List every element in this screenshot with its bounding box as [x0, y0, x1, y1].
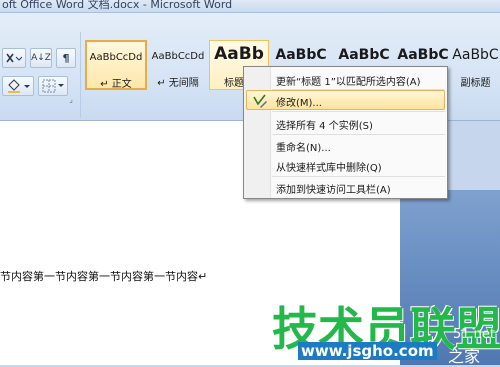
show-formatting-button[interactable]: ¶ — [56, 48, 76, 68]
paragraph-dialog-launcher-icon[interactable]: ⌟ — [66, 95, 76, 105]
menu-item-modify[interactable]: 修改(M)... — [246, 90, 445, 110]
menu-separator — [272, 111, 445, 112]
style-context-menu: 更新“标题 1”以匹配所选内容(A) 修改(M)... 选择所有 4 个实例(S… — [243, 66, 448, 199]
title-bar: oft Office Word 文档.docx - Microsoft Word — [0, 0, 500, 13]
style-sample: AaBbC — [275, 47, 327, 63]
window-title: oft Office Word 文档.docx - Microsoft Word — [2, 0, 233, 11]
sort-icon: A↓Z — [31, 53, 51, 63]
style-sample: AaBb — [214, 44, 264, 64]
pilcrow-icon: ¶ — [62, 51, 70, 65]
menu-item-label: 从快速样式库中删除(Q) — [276, 163, 382, 174]
style-sample: AaBbC — [397, 47, 449, 63]
sort-button[interactable]: A↓Z — [30, 48, 52, 68]
watermark-suffix-2: 之家 — [448, 347, 481, 366]
style-no-spacing[interactable]: AaBbCcDd ↵ 无间隔 — [148, 40, 208, 90]
menu-item-remove-from-gallery[interactable]: 从快速样式库中删除(Q) — [246, 155, 445, 175]
style-sample: AaBbCcDd — [151, 51, 205, 62]
shading-button[interactable] — [2, 76, 34, 96]
style-name: ↵ 无间隔 — [157, 78, 199, 89]
menu-item-label: 添加到快速访问工具栏(A) — [276, 185, 391, 196]
paragraph-group: A↓Z ¶ ⌟ — [0, 30, 80, 118]
menu-item-label: 更新“标题 1”以匹配所选内容(A) — [276, 77, 421, 88]
modify-style-icon — [253, 94, 267, 108]
paint-bucket-icon — [8, 79, 30, 93]
group-separator — [80, 32, 81, 118]
menu-item-update-to-match[interactable]: 更新“标题 1”以匹配所选内容(A) — [246, 69, 445, 89]
borders-button[interactable] — [38, 76, 68, 96]
borders-icon — [42, 79, 64, 93]
style-sample: AaBbC — [452, 47, 499, 63]
menu-item-label: 修改(M)... — [276, 98, 322, 109]
menu-item-label: 重命名(N)... — [276, 143, 331, 154]
watermark-url: www.jsgho.com — [298, 342, 437, 360]
menu-item-add-to-quick-access[interactable]: 添加到快速访问工具栏(A) — [246, 177, 445, 197]
menu-item-rename[interactable]: 重命名(N)... — [246, 135, 445, 155]
style-name: ↵ 正文 — [100, 79, 132, 90]
style-sample: AaBbC — [338, 47, 390, 63]
style-name: 副标题 — [460, 78, 491, 89]
menu-item-label: 选择所有 4 个实例(S) — [276, 121, 373, 132]
style-sample: AaBbCcDd — [89, 52, 143, 63]
asian-layout-icon — [6, 53, 22, 63]
style-subtitle[interactable]: AaBbC 副标题 — [451, 40, 500, 90]
document-body-text[interactable]: 节内容第一节内容第一节内容第一节内容↵ — [0, 268, 207, 284]
asian-layout-button[interactable] — [2, 48, 26, 68]
style-normal[interactable]: AaBbCcDd ↵ 正文 — [85, 40, 147, 90]
menu-item-select-all-instances[interactable]: 选择所有 4 个实例(S) — [246, 113, 445, 133]
watermark-suffix: 51.net — [453, 327, 496, 342]
